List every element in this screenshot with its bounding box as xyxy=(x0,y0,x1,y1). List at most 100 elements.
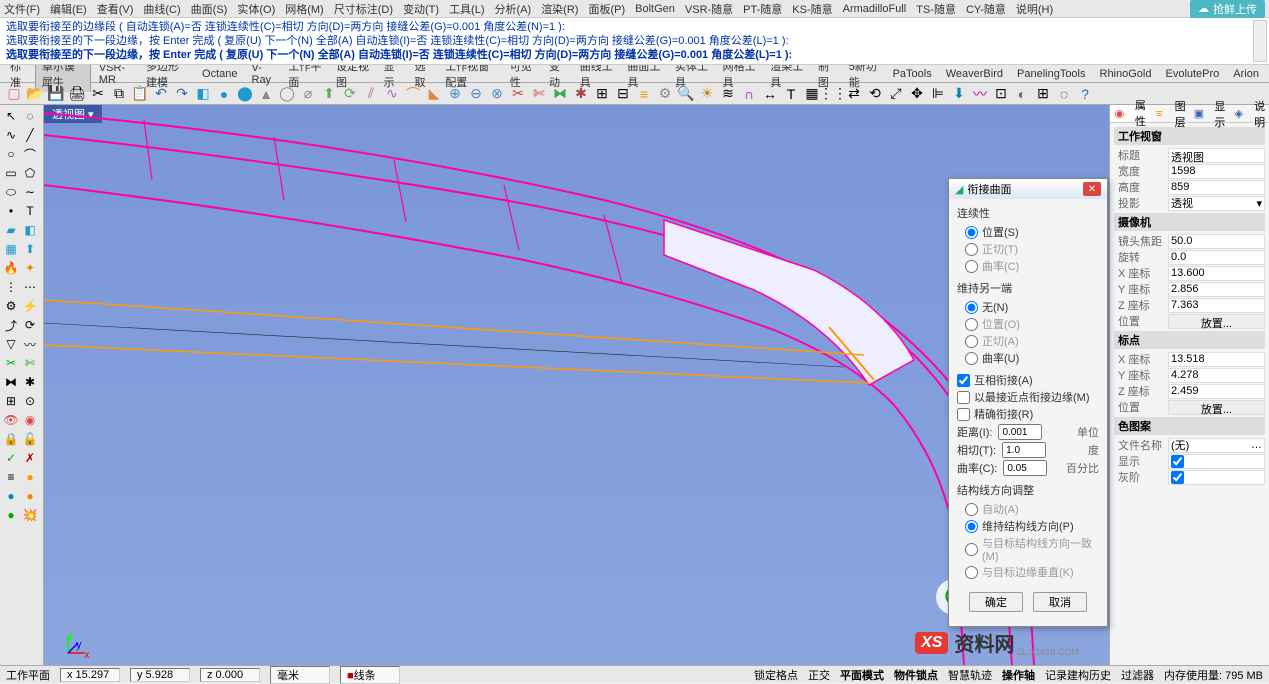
ltool-bug-icon[interactable]: 💥 xyxy=(21,506,39,524)
tool-extrude-icon[interactable]: ⬆ xyxy=(319,84,339,104)
tool-ghost-icon[interactable]: ◌ xyxy=(1054,84,1074,104)
tool-scale-icon[interactable]: ⤢ xyxy=(886,84,906,104)
tool-array-icon[interactable]: ⋮⋮ xyxy=(823,84,843,104)
tool-explode-icon[interactable]: ✱ xyxy=(571,84,591,104)
tool-fillet-icon[interactable]: ⌒ xyxy=(403,84,423,104)
menu-edit[interactable]: 编辑(E) xyxy=(50,1,87,17)
tool-mirror-icon[interactable]: ⇄ xyxy=(844,84,864,104)
ltool-taper-icon[interactable]: ▽ xyxy=(2,335,20,353)
cam-place-button[interactable]: 放置... xyxy=(1168,314,1265,329)
tool-project-icon[interactable]: ⬇ xyxy=(949,84,969,104)
tool-paste-icon[interactable]: 📋 xyxy=(130,84,150,104)
status-smarttrack[interactable]: 智慧轨迹 xyxy=(948,667,992,683)
tool-torus-icon[interactable]: ◯ xyxy=(277,84,297,104)
ltool-bolt-icon[interactable]: ⚡ xyxy=(21,297,39,315)
tol-tan-input[interactable] xyxy=(1002,442,1046,458)
tool-split-icon[interactable]: ✂ xyxy=(508,84,528,104)
status-gumball[interactable]: 操作轴 xyxy=(1002,667,1035,683)
tool-sphere-icon[interactable]: ● xyxy=(214,84,234,104)
ltool-lock-icon[interactable]: 🔒 xyxy=(2,430,20,448)
prop-title-v[interactable]: 透视图 xyxy=(1168,148,1265,163)
ltool-check-icon[interactable]: ✓ xyxy=(2,449,20,467)
tgt-y-v[interactable]: 4.278 xyxy=(1168,368,1265,383)
cam-x-v[interactable]: 13.600 xyxy=(1168,266,1265,281)
tool-new-icon[interactable]: ▢ xyxy=(4,84,24,104)
cancel-button[interactable]: 取消 xyxy=(1033,592,1087,612)
radio-position2[interactable]: 位置(O) xyxy=(957,316,1099,332)
tgt-z-v[interactable]: 2.459 xyxy=(1168,384,1265,399)
ltool-line-icon[interactable]: ╱ xyxy=(21,126,39,144)
tool-ungroup-icon[interactable]: ⊟ xyxy=(613,84,633,104)
tool-redo-icon[interactable]: ↷ xyxy=(172,84,192,104)
share-upload-button[interactable]: ☁抢鲜上传 xyxy=(1190,0,1265,18)
radio-auto[interactable]: 自动(A) xyxy=(957,501,1099,517)
ltool-sphere-icon[interactable]: ● xyxy=(2,487,20,505)
menu-vsr[interactable]: VSR-随意 xyxy=(685,1,733,17)
tool-pipe-icon[interactable]: ⌀ xyxy=(298,84,318,104)
radio-curvature2[interactable]: 曲率(U) xyxy=(957,350,1099,366)
status-osnap[interactable]: 物件锁点 xyxy=(894,667,938,683)
radio-tangent[interactable]: 正切(T) xyxy=(957,241,1099,257)
tool-sweep-icon[interactable]: ∿ xyxy=(382,84,402,104)
ltool-solid-icon[interactable]: ◧ xyxy=(21,221,39,239)
ltool-text-icon[interactable]: T xyxy=(21,202,39,220)
tool-cone-icon[interactable]: ▲ xyxy=(256,84,276,104)
menu-panels[interactable]: 面板(P) xyxy=(588,1,625,17)
tool-curvature-icon[interactable]: ∩ xyxy=(739,84,759,104)
tool-save-icon[interactable]: 💾 xyxy=(46,84,66,104)
menu-solid[interactable]: 实体(O) xyxy=(237,1,275,17)
ltool-layer-icon[interactable]: ≡ xyxy=(2,468,20,486)
wp-file-v[interactable]: (无)… xyxy=(1168,438,1265,453)
ltool-curve-icon[interactable]: ∼ xyxy=(21,183,39,201)
tool-join-icon[interactable]: ⧓ xyxy=(550,84,570,104)
ltool-show-icon[interactable]: ◉ xyxy=(21,411,39,429)
ltool-green-icon[interactable]: ● xyxy=(2,506,20,524)
status-filter[interactable]: 过滤器 xyxy=(1121,667,1154,683)
ok-button[interactable]: 确定 xyxy=(969,592,1023,612)
ltool-hide-icon[interactable]: 👁 xyxy=(2,411,20,429)
tool-help-icon[interactable]: ? xyxy=(1075,84,1095,104)
status-cplane[interactable]: 工作平面 xyxy=(6,667,50,683)
menu-file[interactable]: 文件(F) xyxy=(4,1,40,17)
menu-help[interactable]: 说明(H) xyxy=(1016,1,1053,17)
menu-boltgen[interactable]: BoltGen xyxy=(635,3,675,15)
tool-layer-icon[interactable]: ≡ xyxy=(634,84,654,104)
tool-boolean-icon[interactable]: ⊕ xyxy=(445,84,465,104)
tool-diff-icon[interactable]: ⊖ xyxy=(466,84,486,104)
tol-crv-input[interactable] xyxy=(1003,460,1047,476)
menu-pt[interactable]: PT-随意 xyxy=(743,1,782,17)
tab-paneling[interactable]: PanelingTools xyxy=(1011,67,1092,81)
tool-text-icon[interactable]: T xyxy=(781,84,801,104)
wp-show-checkbox[interactable] xyxy=(1171,455,1184,468)
tab-evolute[interactable]: EvolutePro xyxy=(1159,67,1225,81)
tool-intersect-icon[interactable]: ⊗ xyxy=(487,84,507,104)
tool-rotate-icon[interactable]: ⟲ xyxy=(865,84,885,104)
cmd-scrollbar[interactable] xyxy=(1253,20,1267,62)
ltool-mesh-icon[interactable]: ▦ xyxy=(2,240,20,258)
radio-none[interactable]: 无(N) xyxy=(957,299,1099,315)
cam-rot-v[interactable]: 0.0 xyxy=(1168,250,1265,265)
tool-revolve-icon[interactable]: ⟳ xyxy=(340,84,360,104)
ltool-snap-icon[interactable]: ⊙ xyxy=(21,392,39,410)
status-units[interactable]: 毫米 xyxy=(270,666,330,684)
tab-arion[interactable]: Arion xyxy=(1227,67,1265,81)
ltool-flow2-icon[interactable]: 〰 xyxy=(21,335,39,353)
tool-zebra-icon[interactable]: ≋ xyxy=(718,84,738,104)
tab-weaverbird[interactable]: WeaverBird xyxy=(940,67,1009,81)
ltool-hidepts-icon[interactable]: ⋯ xyxy=(21,278,39,296)
status-layer[interactable]: ■线条 xyxy=(340,666,400,684)
ltool-circle-icon[interactable]: ○ xyxy=(2,145,20,163)
tool-copy-icon[interactable]: ⧉ xyxy=(109,84,129,104)
dialog-close-button[interactable]: ✕ xyxy=(1083,182,1101,196)
tool-group-icon[interactable]: ⊞ xyxy=(592,84,612,104)
ltool-ellipse-icon[interactable]: ⬭ xyxy=(2,183,20,201)
tool-analyze-icon[interactable]: 🔍 xyxy=(676,84,696,104)
ltool-surface-icon[interactable]: ▰ xyxy=(2,221,20,239)
menu-armadillo[interactable]: ArmadilloFull xyxy=(843,3,907,15)
menu-dim[interactable]: 尺寸标注(D) xyxy=(334,1,393,17)
radio-match-target[interactable]: 与目标结构线方向一致(M) xyxy=(957,535,1099,563)
wp-gray-v[interactable] xyxy=(1168,470,1265,485)
menu-mesh[interactable]: 网格(M) xyxy=(285,1,324,17)
ltool-lasso-icon[interactable]: ◌ xyxy=(21,107,39,125)
cam-focal-v[interactable]: 50.0 xyxy=(1168,234,1265,249)
